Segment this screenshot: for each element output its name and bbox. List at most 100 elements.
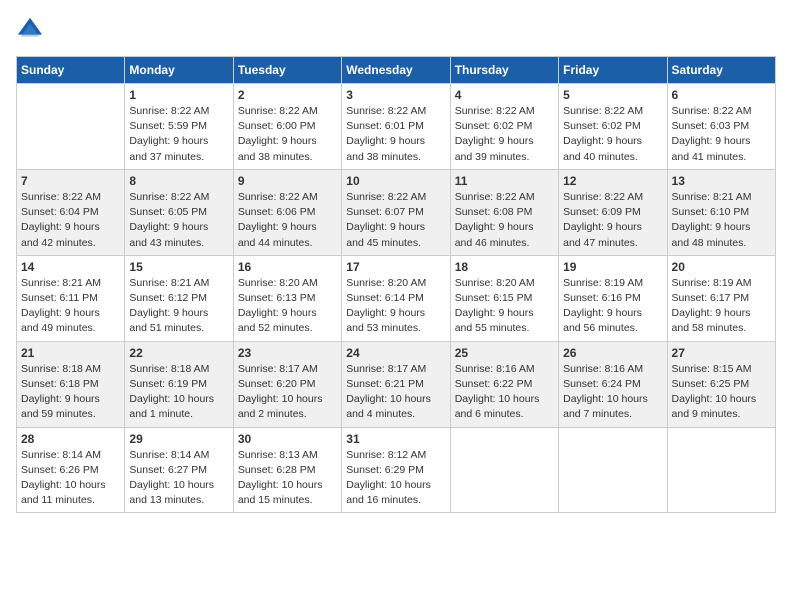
calendar-cell: 30 Sunrise: 8:13 AM Sunset: 6:28 PM Dayli… [233, 427, 341, 513]
day-info: Sunrise: 8:13 AM Sunset: 6:28 PM Dayligh… [238, 448, 337, 509]
day-info: Sunrise: 8:15 AM Sunset: 6:25 PM Dayligh… [672, 362, 771, 423]
day-info: Sunrise: 8:17 AM Sunset: 6:21 PM Dayligh… [346, 362, 445, 423]
day-number: 1 [129, 88, 228, 102]
calendar-cell: 24 Sunrise: 8:17 AM Sunset: 6:21 PM Dayli… [342, 341, 450, 427]
calendar-cell: 10 Sunrise: 8:22 AM Sunset: 6:07 PM Dayli… [342, 169, 450, 255]
calendar-col-friday: Friday [559, 57, 667, 84]
day-info: Sunrise: 8:22 AM Sunset: 5:59 PM Dayligh… [129, 104, 228, 165]
calendar-col-sunday: Sunday [17, 57, 125, 84]
calendar-col-thursday: Thursday [450, 57, 558, 84]
calendar-cell: 11 Sunrise: 8:22 AM Sunset: 6:08 PM Dayli… [450, 169, 558, 255]
calendar-cell [17, 84, 125, 170]
day-info: Sunrise: 8:14 AM Sunset: 6:26 PM Dayligh… [21, 448, 120, 509]
day-number: 11 [455, 174, 554, 188]
day-info: Sunrise: 8:21 AM Sunset: 6:12 PM Dayligh… [129, 276, 228, 337]
calendar-cell: 6Sunrise: 8:22 AM Sunset: 6:03 PM Daylig… [667, 84, 775, 170]
day-number: 15 [129, 260, 228, 274]
day-info: Sunrise: 8:18 AM Sunset: 6:18 PM Dayligh… [21, 362, 120, 423]
day-number: 2 [238, 88, 337, 102]
calendar-cell: 3 Sunrise: 8:22 AM Sunset: 6:01 PM Daylig… [342, 84, 450, 170]
calendar-cell: 21 Sunrise: 8:18 AM Sunset: 6:18 PM Dayli… [17, 341, 125, 427]
calendar-cell: 28Sunrise: 8:14 AM Sunset: 6:26 PM Dayli… [17, 427, 125, 513]
day-info: Sunrise: 8:20 AM Sunset: 6:13 PM Dayligh… [238, 276, 337, 337]
day-number: 17 [346, 260, 445, 274]
day-info: Sunrise: 8:17 AM Sunset: 6:20 PM Dayligh… [238, 362, 337, 423]
calendar-cell: 31 Sunrise: 8:12 AM Sunset: 6:29 PM Dayli… [342, 427, 450, 513]
day-number: 5 [563, 88, 662, 102]
day-number: 24 [346, 346, 445, 360]
day-number: 29 [129, 432, 228, 446]
day-number: 13 [672, 174, 771, 188]
day-info: Sunrise: 8:16 AM Sunset: 6:24 PM Dayligh… [563, 362, 662, 423]
day-info: Sunrise: 8:19 AM Sunset: 6:17 PM Dayligh… [672, 276, 771, 337]
calendar-cell: 7Sunrise: 8:22 AM Sunset: 6:04 PM Daylig… [17, 169, 125, 255]
day-info: Sunrise: 8:22 AM Sunset: 6:05 PM Dayligh… [129, 190, 228, 251]
calendar-col-saturday: Saturday [667, 57, 775, 84]
day-info: Sunrise: 8:22 AM Sunset: 6:06 PM Dayligh… [238, 190, 337, 251]
day-number: 9 [238, 174, 337, 188]
day-number: 31 [346, 432, 445, 446]
day-number: 10 [346, 174, 445, 188]
day-number: 4 [455, 88, 554, 102]
day-info: Sunrise: 8:22 AM Sunset: 6:00 PM Dayligh… [238, 104, 337, 165]
day-number: 21 [21, 346, 120, 360]
calendar-col-tuesday: Tuesday [233, 57, 341, 84]
day-info: Sunrise: 8:22 AM Sunset: 6:07 PM Dayligh… [346, 190, 445, 251]
calendar-cell: 22 Sunrise: 8:18 AM Sunset: 6:19 PM Dayli… [125, 341, 233, 427]
day-info: Sunrise: 8:18 AM Sunset: 6:19 PM Dayligh… [129, 362, 228, 423]
calendar-week-row: 1 Sunrise: 8:22 AM Sunset: 5:59 PM Daylig… [17, 84, 776, 170]
day-info: Sunrise: 8:22 AM Sunset: 6:02 PM Dayligh… [563, 104, 662, 165]
calendar-header-row: SundayMondayTuesdayWednesdayThursdayFrid… [17, 57, 776, 84]
day-number: 22 [129, 346, 228, 360]
day-number: 6 [672, 88, 771, 102]
day-info: Sunrise: 8:21 AM Sunset: 6:10 PM Dayligh… [672, 190, 771, 251]
logo-icon [16, 16, 44, 44]
day-info: Sunrise: 8:22 AM Sunset: 6:01 PM Dayligh… [346, 104, 445, 165]
day-number: 18 [455, 260, 554, 274]
day-info: Sunrise: 8:22 AM Sunset: 6:02 PM Dayligh… [455, 104, 554, 165]
day-info: Sunrise: 8:22 AM Sunset: 6:08 PM Dayligh… [455, 190, 554, 251]
calendar-cell: 18 Sunrise: 8:20 AM Sunset: 6:15 PM Dayli… [450, 255, 558, 341]
calendar-cell [450, 427, 558, 513]
day-number: 23 [238, 346, 337, 360]
day-info: Sunrise: 8:19 AM Sunset: 6:16 PM Dayligh… [563, 276, 662, 337]
day-number: 19 [563, 260, 662, 274]
calendar-col-monday: Monday [125, 57, 233, 84]
calendar-week-row: 14Sunrise: 8:21 AM Sunset: 6:11 PM Dayli… [17, 255, 776, 341]
calendar-cell: 8 Sunrise: 8:22 AM Sunset: 6:05 PM Daylig… [125, 169, 233, 255]
calendar-cell: 1 Sunrise: 8:22 AM Sunset: 5:59 PM Daylig… [125, 84, 233, 170]
calendar-cell: 19 Sunrise: 8:19 AM Sunset: 6:16 PM Dayli… [559, 255, 667, 341]
day-number: 30 [238, 432, 337, 446]
day-info: Sunrise: 8:20 AM Sunset: 6:15 PM Dayligh… [455, 276, 554, 337]
page-header [16, 16, 776, 44]
day-number: 27 [672, 346, 771, 360]
day-number: 12 [563, 174, 662, 188]
calendar-cell: 25 Sunrise: 8:16 AM Sunset: 6:22 PM Dayli… [450, 341, 558, 427]
day-info: Sunrise: 8:16 AM Sunset: 6:22 PM Dayligh… [455, 362, 554, 423]
calendar-cell: 20 Sunrise: 8:19 AM Sunset: 6:17 PM Dayli… [667, 255, 775, 341]
day-info: Sunrise: 8:14 AM Sunset: 6:27 PM Dayligh… [129, 448, 228, 509]
day-info: Sunrise: 8:20 AM Sunset: 6:14 PM Dayligh… [346, 276, 445, 337]
calendar-cell: 23 Sunrise: 8:17 AM Sunset: 6:20 PM Dayli… [233, 341, 341, 427]
calendar-week-row: 28Sunrise: 8:14 AM Sunset: 6:26 PM Dayli… [17, 427, 776, 513]
calendar-col-wednesday: Wednesday [342, 57, 450, 84]
day-info: Sunrise: 8:21 AM Sunset: 6:11 PM Dayligh… [21, 276, 120, 337]
day-number: 20 [672, 260, 771, 274]
day-number: 16 [238, 260, 337, 274]
calendar-week-row: 21 Sunrise: 8:18 AM Sunset: 6:18 PM Dayli… [17, 341, 776, 427]
day-number: 26 [563, 346, 662, 360]
calendar-cell [667, 427, 775, 513]
calendar-cell [559, 427, 667, 513]
calendar-cell: 29 Sunrise: 8:14 AM Sunset: 6:27 PM Dayli… [125, 427, 233, 513]
calendar-cell: 17 Sunrise: 8:20 AM Sunset: 6:14 PM Dayli… [342, 255, 450, 341]
calendar-cell: 9 Sunrise: 8:22 AM Sunset: 6:06 PM Daylig… [233, 169, 341, 255]
day-number: 25 [455, 346, 554, 360]
day-number: 8 [129, 174, 228, 188]
calendar-cell: 5 Sunrise: 8:22 AM Sunset: 6:02 PM Daylig… [559, 84, 667, 170]
day-info: Sunrise: 8:12 AM Sunset: 6:29 PM Dayligh… [346, 448, 445, 509]
calendar-cell: 2 Sunrise: 8:22 AM Sunset: 6:00 PM Daylig… [233, 84, 341, 170]
day-info: Sunrise: 8:22 AM Sunset: 6:09 PM Dayligh… [563, 190, 662, 251]
calendar-cell: 16 Sunrise: 8:20 AM Sunset: 6:13 PM Dayli… [233, 255, 341, 341]
day-info: Sunrise: 8:22 AM Sunset: 6:04 PM Dayligh… [21, 190, 120, 251]
day-number: 3 [346, 88, 445, 102]
